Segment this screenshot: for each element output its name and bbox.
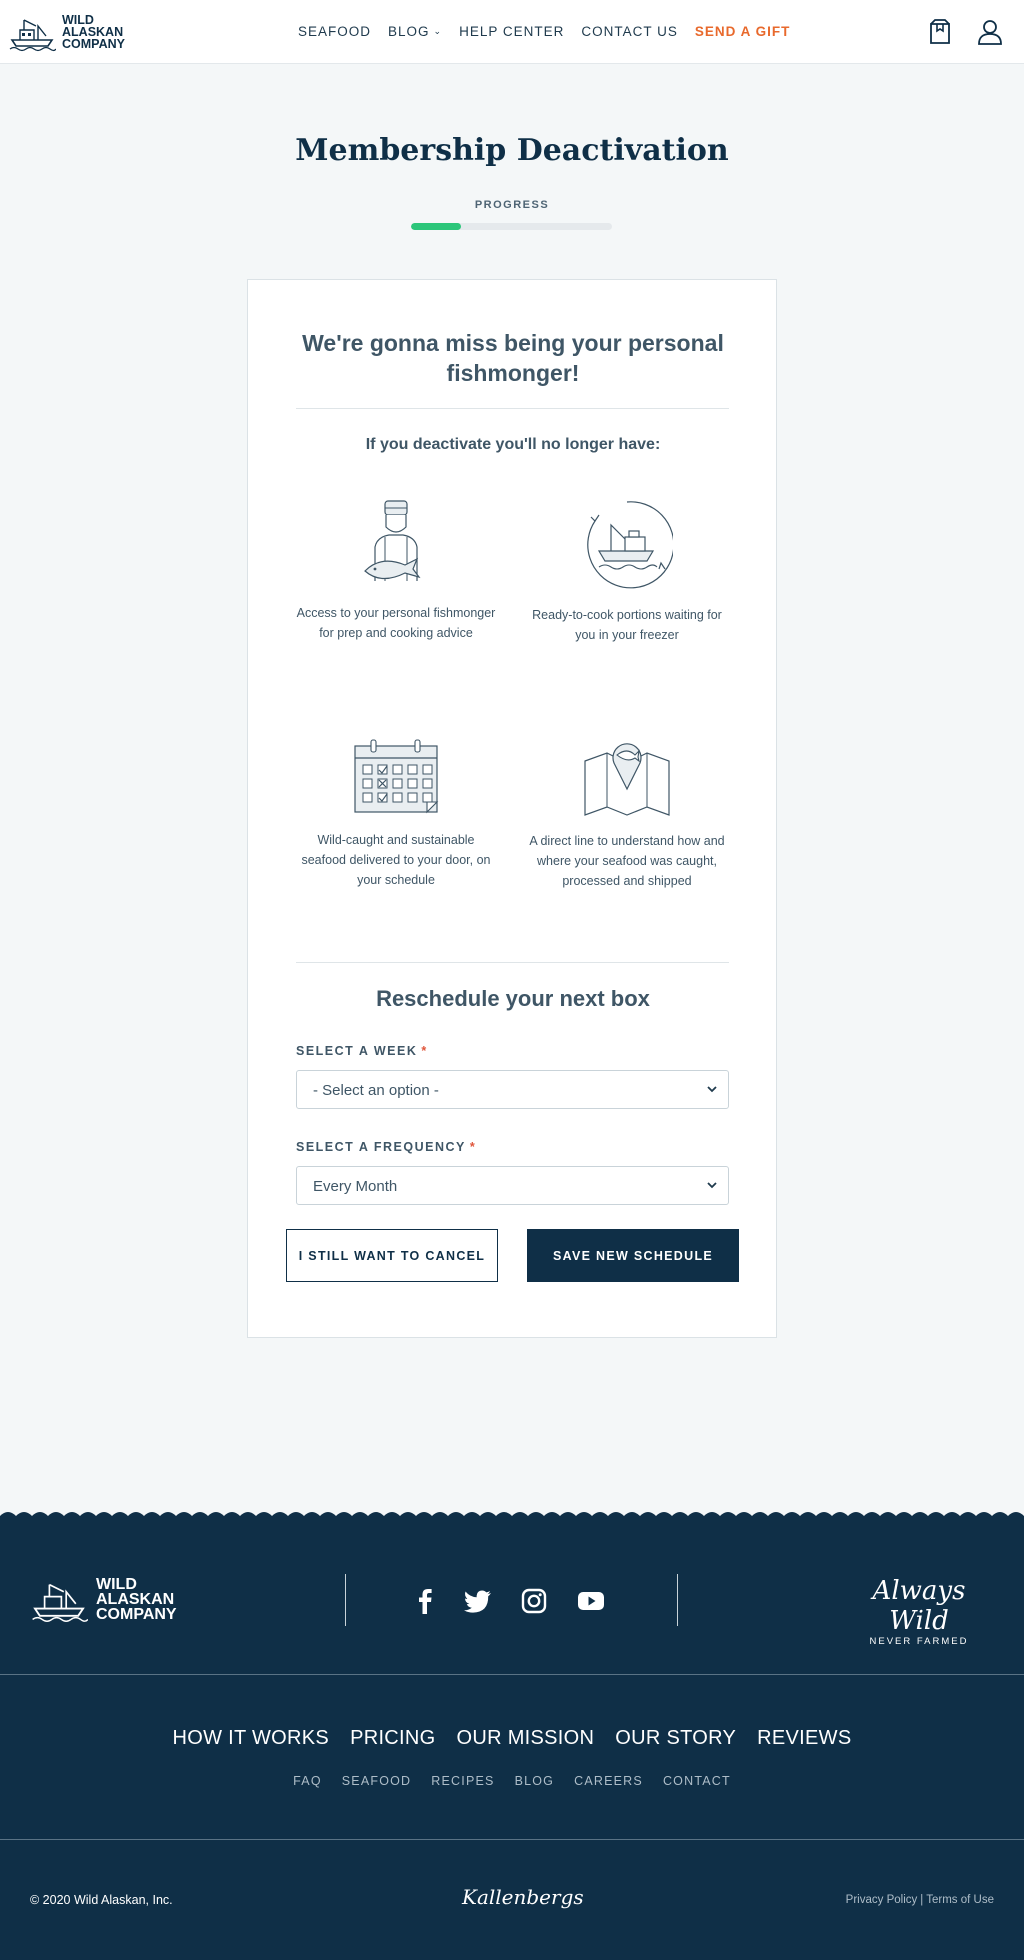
week-select[interactable]: - Select an option - xyxy=(296,1070,729,1109)
nav-blog[interactable]: BLOG ⌄ xyxy=(388,24,442,39)
chevron-down-icon xyxy=(707,1086,717,1093)
footer-sub-links: FAQ SEAFOOD RECIPES BLOG CAREERS CONTACT xyxy=(0,1774,1024,1788)
account-icon[interactable] xyxy=(977,18,1003,46)
save-schedule-button[interactable]: SAVE NEW SCHEDULE xyxy=(527,1229,739,1282)
footer-link-blog[interactable]: BLOG xyxy=(515,1774,555,1788)
footer-divider xyxy=(677,1574,678,1626)
main-nav: SEAFOOD BLOG ⌄ HELP CENTER CONTACT US SEN… xyxy=(298,24,807,39)
calendar-icon xyxy=(354,739,439,814)
boat-logo-icon xyxy=(32,1583,88,1622)
boat-logo-icon xyxy=(9,19,56,52)
frequency-select-value: Every Month xyxy=(313,1178,398,1195)
benefit-item: Wild-caught and sustainable seafood deli… xyxy=(296,738,496,890)
fishing-boat-icon xyxy=(587,501,673,589)
logo-text: WILD ALASKAN COMPANY xyxy=(62,13,125,51)
youtube-icon[interactable] xyxy=(576,1586,606,1616)
nav-contact-us[interactable]: CONTACT US xyxy=(581,24,678,39)
footer-divider xyxy=(345,1574,346,1626)
facebook-icon[interactable] xyxy=(410,1586,440,1616)
footer-link-our-mission[interactable]: OUR MISSION xyxy=(457,1727,595,1750)
footer-link-how-it-works[interactable]: HOW IT WORKS xyxy=(173,1727,330,1750)
site-footer: WILD ALASKAN COMPANY Always Wild NEVER F… xyxy=(0,1520,1024,1960)
footer-link-contact[interactable]: CONTACT xyxy=(663,1774,731,1788)
deactivation-card: We're gonna miss being your personal fis… xyxy=(247,279,777,1338)
progress-bar xyxy=(411,223,612,230)
nav-help-center[interactable]: HELP CENTER xyxy=(459,24,564,39)
card-heading: We're gonna miss being your personal fis… xyxy=(302,330,724,386)
chevron-down-icon xyxy=(707,1182,717,1189)
benefit-item: Ready-to-cook portions waiting for you i… xyxy=(527,499,727,645)
page-title: Membership Deactivation xyxy=(295,133,729,168)
footer-link-reviews[interactable]: REVIEWS xyxy=(757,1727,851,1750)
copyright-text: © 2020 Wild Alaskan, Inc. xyxy=(30,1893,173,1907)
site-logo[interactable]: WILD ALASKAN COMPANY xyxy=(8,12,125,52)
divider xyxy=(296,408,729,409)
instagram-icon[interactable] xyxy=(519,1586,549,1616)
cancel-membership-button[interactable]: I STILL WANT TO CANCEL xyxy=(286,1229,498,1282)
tagline-script: Always Wild xyxy=(872,1576,966,1636)
frequency-select[interactable]: Every Month xyxy=(296,1166,729,1205)
week-select-value: - Select an option - xyxy=(313,1082,439,1099)
footer-link-pricing[interactable]: PRICING xyxy=(350,1727,435,1750)
benefit-item: A direct line to understand how and wher… xyxy=(527,733,727,891)
frequency-field-label: SELECT A FREQUENCY * xyxy=(296,1140,476,1154)
benefit-text: Access to your personal fishmonger for p… xyxy=(296,606,496,640)
footer-main-links: HOW IT WORKS PRICING OUR MISSION OUR STO… xyxy=(0,1727,1024,1750)
terms-of-use-link[interactable]: Terms of Use xyxy=(926,1894,994,1906)
required-mark: * xyxy=(469,1140,477,1154)
footer-logo-text: WILD ALASKAN COMPANY xyxy=(96,1575,177,1623)
twitter-icon[interactable] xyxy=(463,1586,493,1616)
footer-divider xyxy=(0,1839,1024,1840)
nav-send-a-gift[interactable]: SEND A GIFT xyxy=(695,24,791,39)
footer-logo[interactable]: WILD ALASKAN COMPANY xyxy=(30,1575,177,1623)
frequency-label-text: SELECT A FREQUENCY xyxy=(296,1140,466,1154)
footer-link-seafood[interactable]: SEAFOOD xyxy=(342,1774,412,1788)
nav-blog-label: BLOG xyxy=(388,24,430,39)
reschedule-heading: Reschedule your next box xyxy=(376,986,650,1011)
chevron-down-icon: ⌄ xyxy=(433,26,443,36)
lose-benefits-heading: If you deactivate you'll no longer have: xyxy=(365,436,661,453)
footer-link-recipes[interactable]: RECIPES xyxy=(431,1774,494,1788)
fishmonger-icon xyxy=(364,500,421,581)
week-field-label: SELECT A WEEK * xyxy=(296,1044,428,1058)
required-mark: * xyxy=(421,1044,428,1058)
footer-divider xyxy=(0,1674,1024,1675)
benefit-text: Ready-to-cook portions waiting for you i… xyxy=(532,608,722,642)
legal-separator: | xyxy=(920,1894,924,1906)
map-pin-icon xyxy=(584,743,670,816)
site-header: WILD ALASKAN COMPANY SEAFOOD BLOG ⌄ HELP … xyxy=(0,0,1024,64)
always-wild-tagline: Always Wild NEVER FARMED xyxy=(843,1576,995,1647)
divider xyxy=(296,962,729,963)
footer-link-our-story[interactable]: OUR STORY xyxy=(615,1727,736,1750)
legal-links: Privacy Policy | Terms of Use xyxy=(846,1894,994,1906)
footer-link-careers[interactable]: CAREERS xyxy=(574,1774,643,1788)
agency-credit[interactable]: Kallenbergs xyxy=(462,1885,584,1909)
benefit-text: Wild-caught and sustainable seafood deli… xyxy=(301,833,491,887)
tagline-sub: NEVER FARMED xyxy=(869,1636,969,1647)
cart-box-icon[interactable] xyxy=(927,18,953,46)
privacy-policy-link[interactable]: Privacy Policy xyxy=(846,1894,918,1906)
footer-link-faq[interactable]: FAQ xyxy=(293,1774,322,1788)
progress-bar-fill xyxy=(411,223,462,230)
benefit-text: A direct line to understand how and wher… xyxy=(529,834,725,888)
nav-seafood[interactable]: SEAFOOD xyxy=(298,24,371,39)
progress-label: PROGRESS xyxy=(474,199,550,211)
benefit-item: Access to your personal fishmonger for p… xyxy=(296,499,496,643)
week-label-text: SELECT A WEEK xyxy=(296,1044,418,1058)
